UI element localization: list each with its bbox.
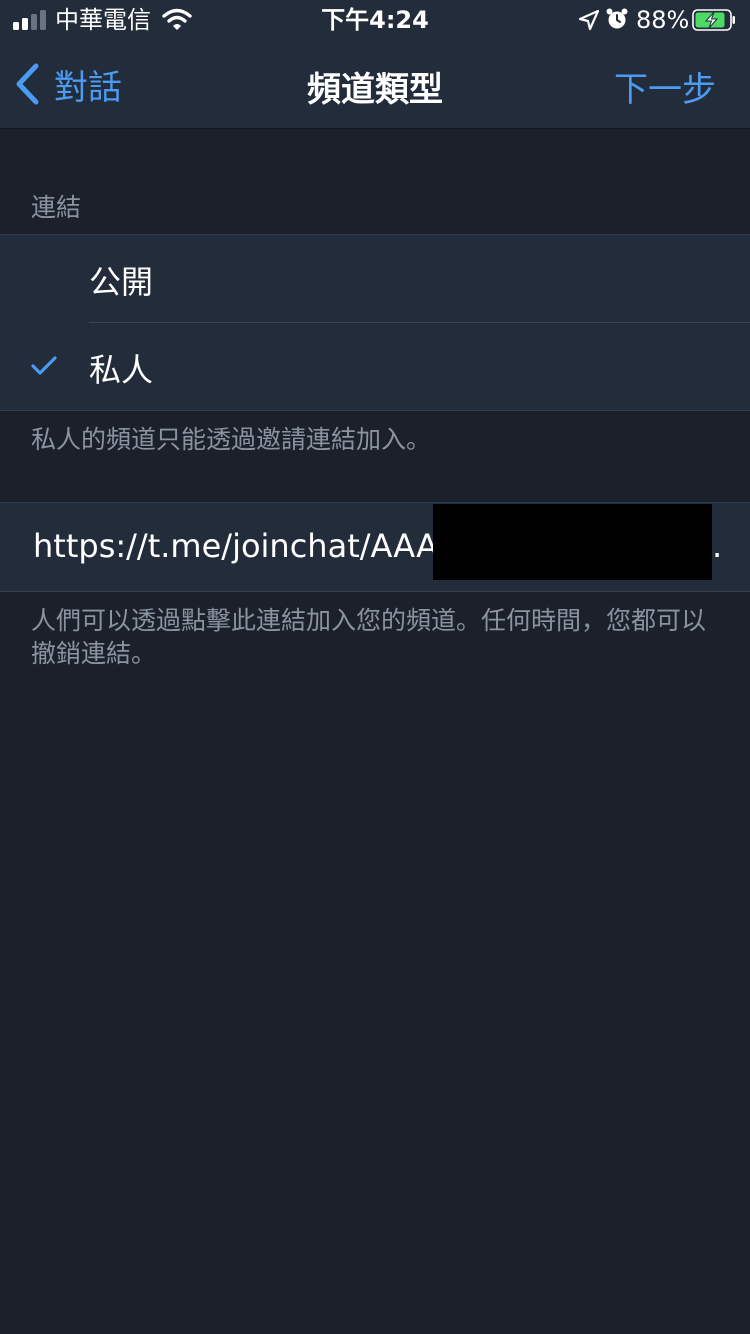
- status-bar: 中華電信 下午4:24 88%: [0, 0, 750, 40]
- navigation-bar: 對話 頻道類型 下一步: [0, 40, 750, 128]
- option-private-label: 私人: [89, 351, 154, 389]
- alarm-clock-icon: [606, 8, 628, 29]
- location-arrow-icon: [578, 9, 600, 31]
- redacted-area: [433, 504, 712, 580]
- private-channel-note: 私人的頻道只能透過邀請連結加入。: [31, 425, 432, 454]
- checkmark-icon: [31, 356, 57, 375]
- invite-link-url-tail: .: [712, 527, 723, 565]
- option-public[interactable]: 公開: [0, 235, 750, 323]
- section-header-link: 連結: [31, 193, 82, 222]
- option-private[interactable]: 私人: [0, 323, 750, 410]
- top-bar: 中華電信 下午4:24 88% 對話 頻道類型 下一步: [0, 0, 750, 129]
- battery-charging-icon: [692, 9, 735, 31]
- option-public-label: 公開: [89, 263, 154, 301]
- invite-link-url[interactable]: https://t.me/joinchat/AAAA: [33, 527, 461, 565]
- battery-percent: 88%: [636, 6, 690, 34]
- next-button[interactable]: 下一步: [614, 62, 716, 111]
- channel-type-options: 公開 私人: [0, 234, 750, 411]
- invite-link-row[interactable]: https://t.me/joinchat/AAAA .: [0, 502, 750, 592]
- invite-link-note: 人們可以透過點擊此連結加入您的頻道。任何時間，您都可以撤銷連結。: [31, 606, 707, 668]
